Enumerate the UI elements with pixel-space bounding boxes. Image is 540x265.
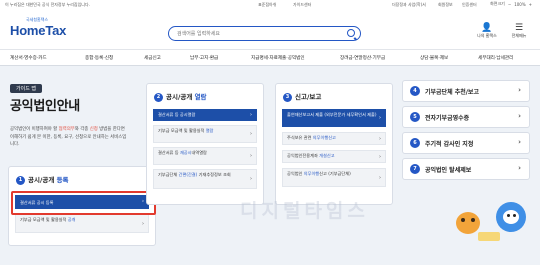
chevron-right-icon: › <box>250 131 252 137</box>
user-icon: 👤 <box>481 23 493 33</box>
all-menu-label: 전체메뉴 <box>511 33 527 38</box>
main-nav: 계산서·영수증·카드 종합·등록·신청 세금신고 납부·고지·환급 지급명세·자… <box>0 49 540 66</box>
my-hometax-button[interactable]: 👤 나의 홈택스 <box>475 23 499 39</box>
top-utility-bar: 이 누리집은 대한민국 공식 전자정부 누리집입니다. 표준점아쉬 가이드센터 … <box>0 0 540 9</box>
header: 국세청홈택스 HomeTax 👤 나의 홈택스 ☰ 전체메뉴 <box>0 9 540 49</box>
chevron-right-icon: › <box>518 164 521 172</box>
highlight-box <box>11 191 156 215</box>
top-link-1[interactable]: 회원정보 <box>438 2 453 8</box>
section-3-title: 3 신고/보고 <box>283 91 321 102</box>
chevron-right-icon: › <box>379 135 381 142</box>
chevron-right-icon: › <box>518 86 521 94</box>
redisclosure-view-button[interactable]: 결산서류 등 재공시내역열람 › <box>153 147 257 165</box>
my-hometax-label: 나의 홈택스 <box>477 33 497 38</box>
obligation-report-button[interactable]: 공익법인 의무이행신고 (기부금단체) › <box>282 168 386 187</box>
nav-item-tax-return[interactable]: 세금신고 <box>144 55 161 61</box>
menu-icon: ☰ <box>514 23 524 33</box>
donation-group-report-button[interactable]: 4 기부금단체 추천/보고 › <box>402 80 530 102</box>
font-size-label: 화면크기 <box>490 1 505 6</box>
logo-main: HomeTax <box>10 23 67 38</box>
donation-result-view-button[interactable]: 기부금 모금액 및 활용실적 열람 › <box>153 125 257 143</box>
section-1-title: 1 공시/공개 등록 <box>16 174 69 185</box>
nav-item-statement[interactable]: 지급명세·자료제출·공익법인 <box>251 55 305 61</box>
contribution-report-submit-button[interactable]: 출연재산보고서 제출 (외부전문가 세무확인서 제출) › <box>282 109 386 127</box>
all-menu-button[interactable]: ☰ 전체메뉴 <box>507 23 531 39</box>
chevron-right-icon: › <box>379 115 381 121</box>
chevron-right-icon: › <box>518 138 521 146</box>
watermark: 디지털타임스 <box>240 200 369 222</box>
chevron-right-icon: › <box>518 112 521 120</box>
dedicated-account-report-button[interactable]: 공익법인전용계좌 개설신고 › <box>282 150 386 163</box>
chevron-right-icon: › <box>379 153 381 160</box>
font-size-control: 화면크기 − 100% + <box>490 1 532 7</box>
search-box <box>168 26 361 41</box>
nav-item-payment[interactable]: 납부·고지·환급 <box>190 55 218 61</box>
section-view-card: 2 공시/공개 열람 결산서류 등 공시열람 › 기부금 모금액 및 활용실적 열람… <box>146 83 264 205</box>
chevron-right-icon: › <box>379 174 381 181</box>
zoom-level: 100% <box>514 1 526 7</box>
nav-item-incentive[interactable]: 장려금·연말정산·기부금 <box>340 55 385 61</box>
nav-item-registration[interactable]: 종합·등록·신청 <box>85 55 113 61</box>
section-2-title: 2 공시/공개 열람 <box>154 91 207 102</box>
stock-obligation-report-button[interactable]: 주식보유 관련 의무이행신고 › <box>282 132 386 145</box>
guide-map-badge: 가이드 맵 <box>10 84 42 93</box>
section-report-card: 3 신고/보고 출연재산보고서 제출 (외부전문가 세무확인서 제출) › 주식보유… <box>275 83 393 205</box>
chevron-right-icon: › <box>250 176 252 182</box>
nav-item-tax-agent[interactable]: 세무대리·납세관리 <box>478 55 513 61</box>
search-icon[interactable] <box>347 29 355 37</box>
page-title: 공익법인안내 <box>10 99 80 114</box>
chevron-right-icon: › <box>250 112 252 118</box>
hometax-logo[interactable]: 국세청홈택스 HomeTax <box>10 17 66 38</box>
settlement-disclosure-view-button[interactable]: 결산서류 등 공시열람 › <box>153 109 257 121</box>
top-link-3[interactable]: 인증센터 <box>462 2 477 8</box>
zoom-out-button[interactable]: − <box>508 2 511 7</box>
search-input[interactable] <box>177 29 337 38</box>
top-link-0[interactable]: 더장정과 사업(학)서 <box>392 2 426 8</box>
simplified-info-view-button[interactable]: 기부금단체 간편(간결) 기재추정정보 조회 › <box>153 169 257 189</box>
zoom-in-button[interactable]: + <box>529 2 532 7</box>
e-donation-receipt-button[interactable]: 5 전자기부금영수증 › <box>402 106 530 128</box>
auditor-designation-button[interactable]: 6 주기적 감사인 지정 › <box>402 132 530 154</box>
tax-evasion-report-button[interactable]: 7 공익법인 탈세제보 › <box>402 158 530 180</box>
chevron-right-icon: › <box>142 220 144 227</box>
donation-result-disclose-button[interactable]: 기부금 모금액 및 활용실적 공개 › <box>15 214 149 233</box>
standard-link[interactable]: 표준점아쉬 <box>258 2 276 8</box>
gov-notice: 이 누리집은 대한민국 공식 전자정부 누리집입니다. <box>5 2 90 7</box>
intro-text: 공익법인이 이행하여야 할 협력의무와 각종 신청 방법을 한다면 이해하기 쉽… <box>10 127 127 147</box>
guide-link[interactable]: 가이드센터 <box>293 2 311 8</box>
chevron-right-icon: › <box>250 153 252 159</box>
nav-item-invoice[interactable]: 계산서·영수증·카드 <box>10 55 47 61</box>
nav-item-consult[interactable]: 상담·불복·제보 <box>420 55 448 61</box>
